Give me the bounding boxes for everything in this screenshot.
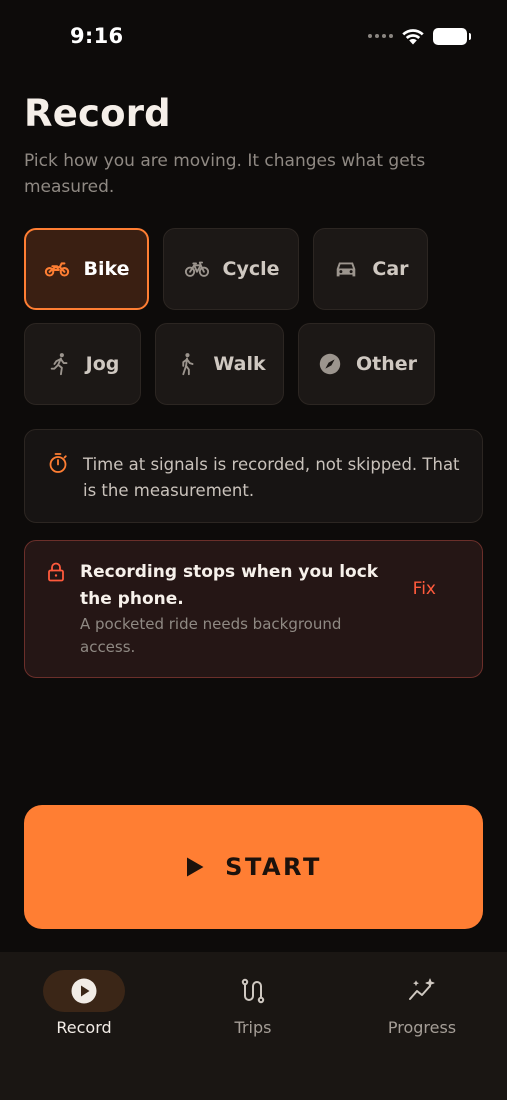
status-time: 9:16 [70,24,124,48]
bottom-tab-bar: Record Trips Progress [0,952,507,1100]
mode-chip-jog[interactable]: Jog [24,323,141,405]
warning-title: Recording stops when you lock the phone. [80,562,379,609]
mode-chip-label: Cycle [222,258,280,280]
stopwatch-icon [47,452,69,474]
tab-record[interactable]: Record [4,970,164,1050]
info-text: Time at signals is recorded, not skipped… [83,455,460,500]
wifi-icon [402,29,424,45]
walker-icon [173,350,201,378]
start-button[interactable]: START [24,805,483,929]
tab-label: Progress [387,1018,457,1037]
cellular-signal-icon [368,34,393,38]
play-icon [187,857,204,877]
status-icons [368,27,471,45]
page-subtitle: Pick how you are moving. It changes what… [24,151,426,197]
mode-chip-label: Car [372,258,409,280]
mode-chip-label: Jog [85,353,120,375]
mode-chip-walk[interactable]: Walk [155,323,284,405]
play-circle-icon [43,970,125,1012]
page-title: Record [24,92,171,135]
tab-label: Trips [234,1018,272,1037]
info-card: Time at signals is recorded, not skipped… [24,429,483,523]
runner-icon [46,350,74,378]
mode-chip-label: Walk [213,353,266,375]
mode-chip-bike[interactable]: Bike [24,228,149,310]
mode-chip-car[interactable]: Car [313,228,428,310]
bicycle-icon [183,255,211,283]
mode-chip-other[interactable]: Other [298,323,435,405]
tab-progress[interactable]: Progress [342,970,502,1050]
compass-icon [316,350,344,378]
mode-chip-label: Bike [83,258,130,280]
tab-label: Record [56,1018,112,1037]
status-bar: 9:16 [0,0,507,76]
warning-description: A pocketed ride needs background access. [80,615,342,656]
battery-icon [433,27,471,45]
route-icon [212,970,294,1012]
start-label: START [225,853,322,881]
lock-icon [45,561,67,583]
background-access-warning: Recording stops when you lock the phone.… [24,540,483,678]
trend-sparkle-icon [381,970,463,1012]
car-icon [332,255,360,283]
fix-button[interactable]: Fix [413,579,436,599]
mode-chip-cycle[interactable]: Cycle [163,228,299,310]
tab-trips[interactable]: Trips [173,970,333,1050]
mode-chip-label: Other [355,353,418,375]
motorbike-icon [43,255,71,283]
